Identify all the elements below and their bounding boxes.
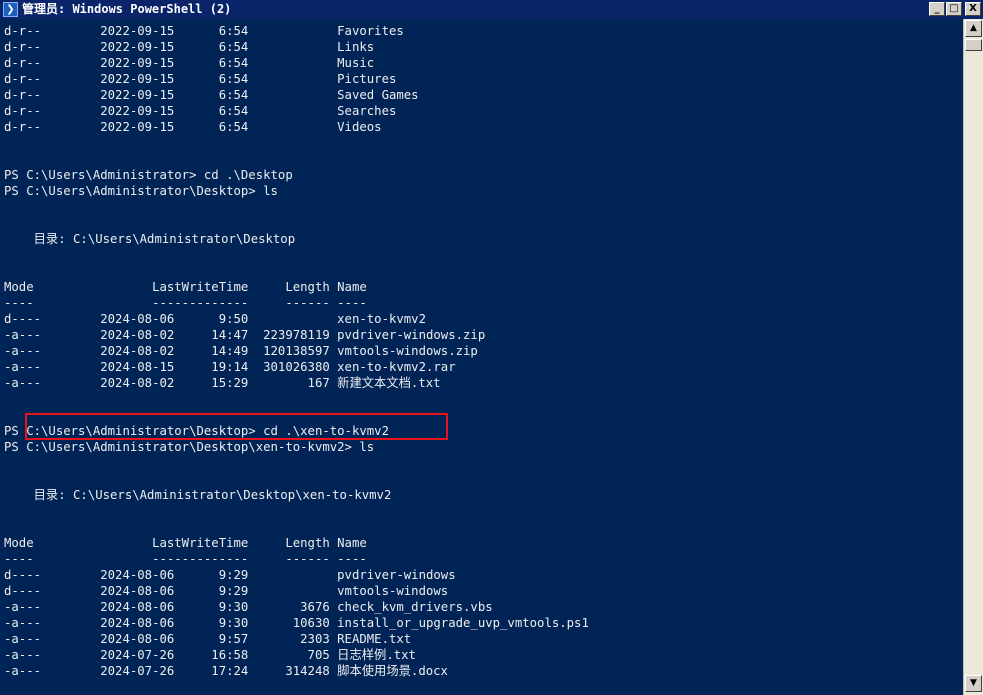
console-line: ---- ------------- ------ ---- — [4, 296, 367, 310]
up-arrow-icon[interactable]: ▲ — [965, 20, 982, 37]
title-bar[interactable]: ❯ 管理员: Windows PowerShell (2) _ □ X — [0, 0, 983, 19]
console-line: PS C:\Users\Administrator\Desktop> ls — [4, 184, 278, 198]
minimize-button[interactable]: _ — [929, 2, 945, 16]
console-line: d---- 2024-08-06 9:50 xen-to-kvmv2 — [4, 312, 426, 326]
console-line: -a--- 2024-07-26 16:58 705 日志样例.txt — [4, 648, 416, 662]
vertical-scrollbar[interactable]: ▲ ▼ — [963, 19, 983, 695]
console-line: Mode LastWriteTime Length Name — [4, 280, 367, 294]
console-line: d-r-- 2022-09-15 6:54 Videos — [4, 120, 382, 134]
console-line: PS C:\Users\Administrator\Desktop\xen-to… — [4, 440, 375, 454]
console-line: -a--- 2024-08-15 19:14 301026380 xen-to-… — [4, 360, 456, 374]
console-line: 目录: C:\Users\Administrator\Desktop — [4, 232, 296, 246]
console-line: -a--- 2024-07-26 17:24 314248 脚本使用场景.doc… — [4, 664, 448, 678]
down-arrow-icon[interactable]: ▼ — [965, 675, 982, 692]
console-line: -a--- 2024-08-06 9:30 3676 check_kvm_dri… — [4, 600, 493, 614]
console-line: ---- ------------- ------ ---- — [4, 552, 367, 566]
console-line: d-r-- 2022-09-15 6:54 Music — [4, 56, 375, 70]
console-line: d---- 2024-08-06 9:29 vmtools-windows — [4, 584, 449, 598]
console-line: d-r-- 2022-09-15 6:54 Searches — [4, 104, 397, 118]
console-line: -a--- 2024-08-02 15:29 167 新建文本文档.txt — [4, 376, 441, 390]
console-line: 目录: C:\Users\Administrator\Desktop\xen-t… — [4, 488, 392, 502]
console-line: -a--- 2024-08-02 14:49 120138597 vmtools… — [4, 344, 478, 358]
window-title: 管理员: Windows PowerShell (2) — [22, 2, 232, 16]
console-line: Mode LastWriteTime Length Name — [4, 536, 367, 550]
highlight-box — [25, 413, 448, 440]
console-output[interactable]: d-r-- 2022-09-15 6:54 Favorites d-r-- 202… — [0, 19, 963, 695]
console-line: d-r-- 2022-09-15 6:54 Links — [4, 40, 375, 54]
console-line: d-r-- 2022-09-15 6:54 Pictures — [4, 72, 397, 86]
scrollbar-thumb[interactable] — [965, 39, 982, 51]
console-line: d---- 2024-08-06 9:29 pvdriver-windows — [4, 568, 456, 582]
console-line: PS C:\Users\Administrator> cd .\Desktop — [4, 168, 293, 182]
console-line: -a--- 2024-08-02 14:47 223978119 pvdrive… — [4, 328, 486, 342]
console-line: d-r-- 2022-09-15 6:54 Saved Games — [4, 88, 419, 102]
close-button[interactable]: X — [965, 2, 981, 16]
console-line: d-r-- 2022-09-15 6:54 Favorites — [4, 24, 404, 38]
console-line: -a--- 2024-08-06 9:30 10630 install_or_u… — [4, 616, 589, 630]
powershell-icon: ❯ — [3, 2, 18, 17]
maximize-button[interactable]: □ — [946, 2, 962, 16]
console-line: -a--- 2024-08-06 9:57 2303 README.txt — [4, 632, 412, 646]
